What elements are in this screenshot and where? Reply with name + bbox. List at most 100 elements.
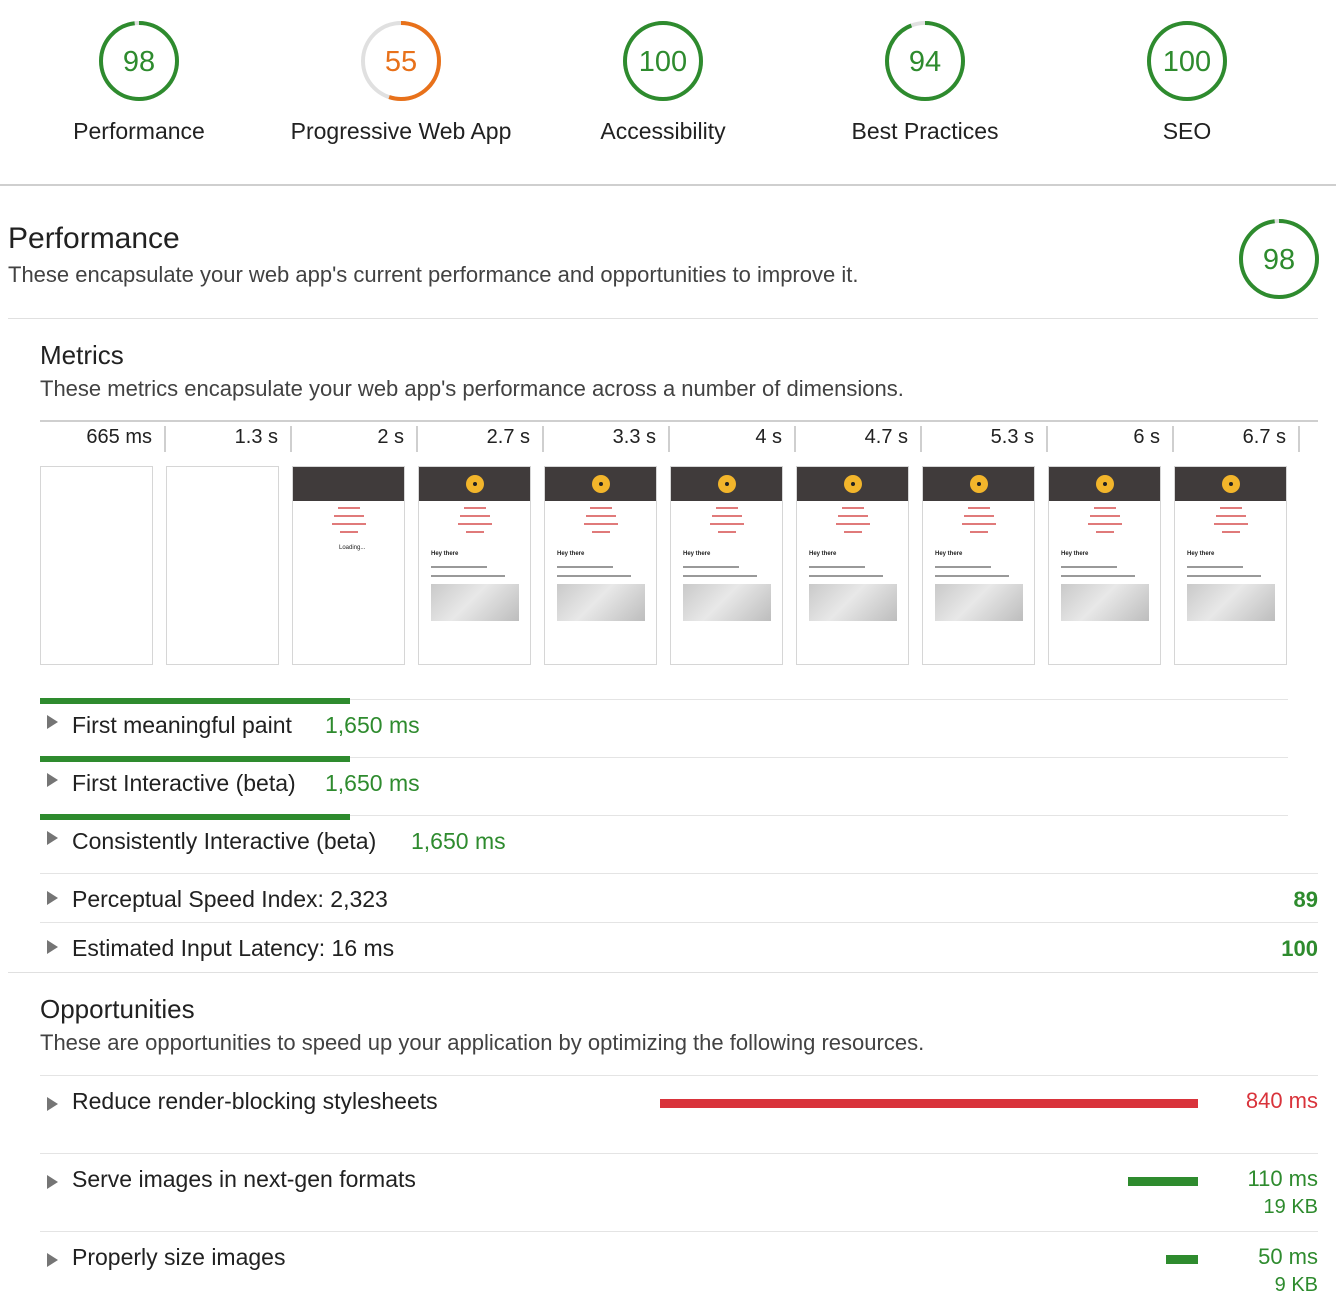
- frame-text-line: [431, 575, 505, 577]
- metric-value: 1,650 ms: [411, 828, 506, 854]
- timeline-tick: 4 s: [670, 426, 796, 452]
- performance-score: 98: [1263, 244, 1295, 276]
- performance-title: Performance: [8, 222, 180, 255]
- metrics-title: Metrics: [40, 340, 124, 370]
- frame-image: [557, 584, 645, 621]
- gauge-accessibility[interactable]: 100 Accessibility: [532, 20, 794, 145]
- divider: [8, 972, 1318, 973]
- metric-name: Perceptual Speed Index: 2,323: [72, 886, 388, 912]
- opportunity-time: 50 ms: [1258, 1244, 1318, 1269]
- expand-arrow-icon[interactable]: [47, 1175, 58, 1189]
- opportunity-next-gen-images[interactable]: Serve images in next-gen formats 110 ms …: [40, 1153, 1318, 1231]
- gauge-ring: 100: [1147, 21, 1227, 101]
- timeline-tick: 2.7 s: [418, 426, 544, 452]
- timeline-tick: 6.7 s: [1174, 426, 1300, 452]
- gauge-score: 94: [909, 46, 941, 78]
- filmstrip-frame: Loading...: [292, 466, 405, 665]
- performance-score-gauge: 98: [1238, 218, 1320, 305]
- expand-arrow-icon[interactable]: [47, 1253, 58, 1267]
- frame-image: [683, 584, 771, 621]
- frame-heading: Hey there: [683, 551, 711, 557]
- metrics-description: These metrics encapsulate your web app's…: [40, 376, 904, 401]
- frame-text-line: [935, 566, 991, 568]
- filmstrip-frame: Hey there: [1048, 466, 1161, 665]
- logo-icon: [1096, 475, 1114, 493]
- metric-perceptual-speed-index[interactable]: Perceptual Speed Index: 2,323 89: [40, 873, 1318, 923]
- frame-text-line: [340, 531, 358, 533]
- metric-value: 1,650 ms: [325, 712, 420, 738]
- frame-text-line: [1187, 575, 1261, 577]
- frame-text-line: [1220, 507, 1242, 509]
- frame-text-line: [683, 575, 757, 577]
- frame-heading: Hey there: [1187, 551, 1215, 557]
- logo-icon: [970, 475, 988, 493]
- frame-text-line: [1094, 507, 1116, 509]
- opportunity-bar: [1166, 1255, 1198, 1264]
- gauge-score: 98: [123, 46, 155, 78]
- opportunity-size: 19 KB: [1263, 1196, 1318, 1218]
- frame-text-line: [809, 566, 865, 568]
- expand-arrow-icon[interactable]: [47, 1097, 58, 1111]
- frame-text-line: [844, 531, 862, 533]
- logo-icon: [592, 475, 610, 493]
- gauge-seo[interactable]: 100 SEO: [1056, 20, 1318, 145]
- gauge-score: 100: [1163, 46, 1211, 78]
- gauge-score: 100: [639, 46, 687, 78]
- gauge-best-practices[interactable]: 94 Best Practices: [794, 20, 1056, 145]
- gauge-pwa[interactable]: 55 Progressive Web App: [270, 20, 532, 145]
- frame-text-line: [842, 507, 864, 509]
- metric-first-interactive[interactable]: First Interactive (beta) 1,650 ms: [40, 756, 1288, 815]
- frame-text-line: [712, 515, 742, 517]
- gauge-performance[interactable]: 98 Performance: [8, 20, 270, 145]
- frame-text-line: [1088, 523, 1122, 525]
- frame-text-line: [1214, 523, 1248, 525]
- frame-header: [293, 467, 404, 501]
- gauge-ring: 94: [885, 21, 965, 101]
- frame-header: [1049, 467, 1160, 501]
- expand-arrow-icon[interactable]: [47, 891, 58, 905]
- frame-text-line: [809, 575, 883, 577]
- gauge-ring: 98: [99, 21, 179, 101]
- opportunity-size-images[interactable]: Properly size images 50 ms 9 KB: [40, 1231, 1318, 1306]
- timeline-tick: 3.3 s: [544, 426, 670, 452]
- filmstrip-frame: Hey there: [796, 466, 909, 665]
- frame-header: [419, 467, 530, 501]
- filmstrip-frame: [40, 466, 153, 665]
- metric-estimated-input-latency[interactable]: Estimated Input Latency: 16 ms 100: [40, 922, 1318, 972]
- metric-name: Estimated Input Latency: 16 ms: [72, 935, 395, 961]
- frame-text-line: [334, 515, 364, 517]
- metric-bar: [40, 814, 350, 820]
- frame-text-line: [1187, 566, 1243, 568]
- metric-consistently-interactive[interactable]: Consistently Interactive (beta) 1,650 ms: [40, 814, 1288, 873]
- filmstrip-frame: Hey there: [1174, 466, 1287, 665]
- category-gauges: 98 Performance 55 Progressive Web App 10…: [0, 0, 1336, 186]
- frame-text-line: [557, 575, 631, 577]
- frame-image: [1187, 584, 1275, 621]
- opportunity-time: 840 ms: [1245, 1088, 1318, 1113]
- opportunity-name: Serve images in next-gen formats: [72, 1166, 416, 1192]
- opportunity-render-blocking[interactable]: Reduce render-blocking stylesheets 840 m…: [40, 1075, 1318, 1153]
- frame-text-line: [968, 507, 990, 509]
- expand-arrow-icon[interactable]: [47, 773, 58, 787]
- timeline-tick: 4.7 s: [796, 426, 922, 452]
- metric-name: Consistently Interactive (beta): [72, 828, 377, 854]
- frame-text-line: [332, 523, 366, 525]
- frame-text-line: [1096, 531, 1114, 533]
- frame-text-line: [590, 507, 612, 509]
- frame-image: [935, 584, 1023, 621]
- expand-arrow-icon[interactable]: [47, 831, 58, 845]
- performance-description: These encapsulate your web app's current…: [8, 262, 859, 287]
- gauge-score: 55: [385, 46, 417, 78]
- frame-text-line: [1061, 566, 1117, 568]
- expand-arrow-icon[interactable]: [47, 940, 58, 954]
- expand-arrow-icon[interactable]: [47, 715, 58, 729]
- frame-image: [809, 584, 897, 621]
- frame-text-line: [964, 515, 994, 517]
- opportunity-bar: [1128, 1177, 1198, 1186]
- frame-text-line: [1090, 515, 1120, 517]
- frame-text-line: [460, 515, 490, 517]
- metric-first-meaningful-paint[interactable]: First meaningful paint 1,650 ms: [40, 698, 1288, 757]
- timeline-tick: 2 s: [292, 426, 418, 452]
- frame-text-line: [1061, 575, 1135, 577]
- frame-text-line: [586, 515, 616, 517]
